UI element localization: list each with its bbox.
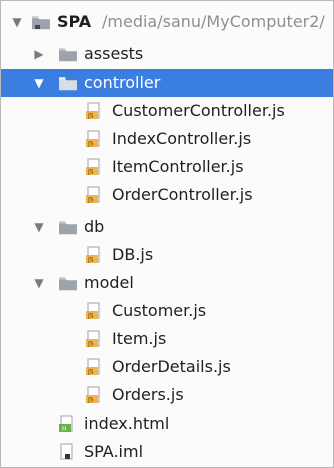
tree-file-itemcontroller-js[interactable]: JS ItemController.js (1, 153, 333, 181)
tree-folder-db[interactable]: ▼ db (1, 213, 333, 241)
expanded-arrow-icon[interactable]: ▼ (32, 269, 46, 297)
tree-file-index-html[interactable]: H index.html (1, 410, 333, 438)
html-file-icon: H (59, 415, 73, 433)
project-tree-panel: ▼ SPA /media/sanu/MyComputer2/ ▶ assests… (0, 0, 334, 468)
tree-file-indexcontroller-js[interactable]: JS IndexController.js (1, 125, 333, 153)
js-file-icon: JS (86, 358, 100, 376)
file-label: Orders.js (112, 385, 184, 404)
root-project-name: SPA (57, 12, 92, 31)
expanded-arrow-icon[interactable]: ▼ (32, 213, 46, 241)
folder-label: model (84, 273, 134, 292)
js-file-icon: JS (86, 186, 100, 204)
js-file-icon: JS (86, 130, 100, 148)
tree-folder-assests[interactable]: ▶ assests (1, 40, 333, 68)
file-label: Customer.js (112, 301, 207, 320)
svg-text:JS: JS (87, 257, 94, 264)
file-label: DB.js (112, 245, 154, 264)
expanded-arrow-icon[interactable]: ▼ (32, 69, 46, 97)
js-file-icon: JS (86, 330, 100, 348)
tree-folder-model[interactable]: ▼ model (1, 269, 333, 297)
js-file-icon: JS (86, 302, 100, 320)
folder-icon (59, 221, 77, 235)
tree-file-item-js[interactable]: JS Item.js (1, 325, 333, 353)
folder-icon (59, 48, 77, 62)
svg-text:JS: JS (87, 169, 94, 176)
file-label: OrderDetails.js (112, 357, 231, 376)
file-label: CustomerController.js (112, 101, 285, 120)
file-label: Item.js (112, 329, 167, 348)
svg-text:JS: JS (87, 197, 94, 204)
tree-root-row[interactable]: ▼ SPA /media/sanu/MyComputer2/ (1, 8, 333, 36)
js-file-icon: JS (86, 246, 100, 264)
svg-text:JS: JS (87, 313, 94, 320)
folder-icon (59, 277, 77, 291)
file-label: SPA.iml (84, 442, 144, 461)
tree-file-spa-iml[interactable]: SPA.iml (1, 438, 333, 466)
iml-file-icon (60, 443, 73, 460)
tree-file-db-js[interactable]: JS DB.js (1, 241, 333, 269)
svg-text:H: H (62, 426, 67, 433)
svg-text:JS: JS (87, 369, 94, 376)
tree-file-customer-js[interactable]: JS Customer.js (1, 297, 333, 325)
root-project-path: /media/sanu/MyComputer2/ (102, 12, 325, 31)
project-folder-icon (32, 16, 50, 30)
folder-label: db (84, 217, 105, 236)
expanded-arrow-icon[interactable]: ▼ (10, 8, 24, 36)
svg-text:JS: JS (87, 141, 94, 148)
svg-text:JS: JS (87, 397, 94, 404)
tree-file-orders-js[interactable]: JS Orders.js (1, 381, 333, 409)
tree-file-orderdetails-js[interactable]: JS OrderDetails.js (1, 353, 333, 381)
svg-text:JS: JS (87, 113, 94, 120)
js-file-icon: JS (86, 158, 100, 176)
collapsed-arrow-icon[interactable]: ▶ (32, 40, 46, 68)
tree-file-customercontroller-js[interactable]: JS CustomerController.js (1, 97, 333, 125)
folder-label: assests (84, 44, 144, 63)
tree-file-ordercontroller-js[interactable]: JS OrderController.js (1, 181, 333, 209)
folder-icon (59, 77, 77, 91)
file-label: ItemController.js (112, 157, 244, 176)
js-file-icon: JS (86, 102, 100, 120)
tree-folder-controller[interactable]: ▼ controller (1, 69, 333, 97)
file-label: index.html (84, 414, 170, 433)
file-label: IndexController.js (112, 129, 252, 148)
folder-label: controller (84, 73, 161, 92)
svg-text:JS: JS (87, 341, 94, 348)
js-file-icon: JS (86, 386, 100, 404)
file-label: OrderController.js (112, 185, 253, 204)
